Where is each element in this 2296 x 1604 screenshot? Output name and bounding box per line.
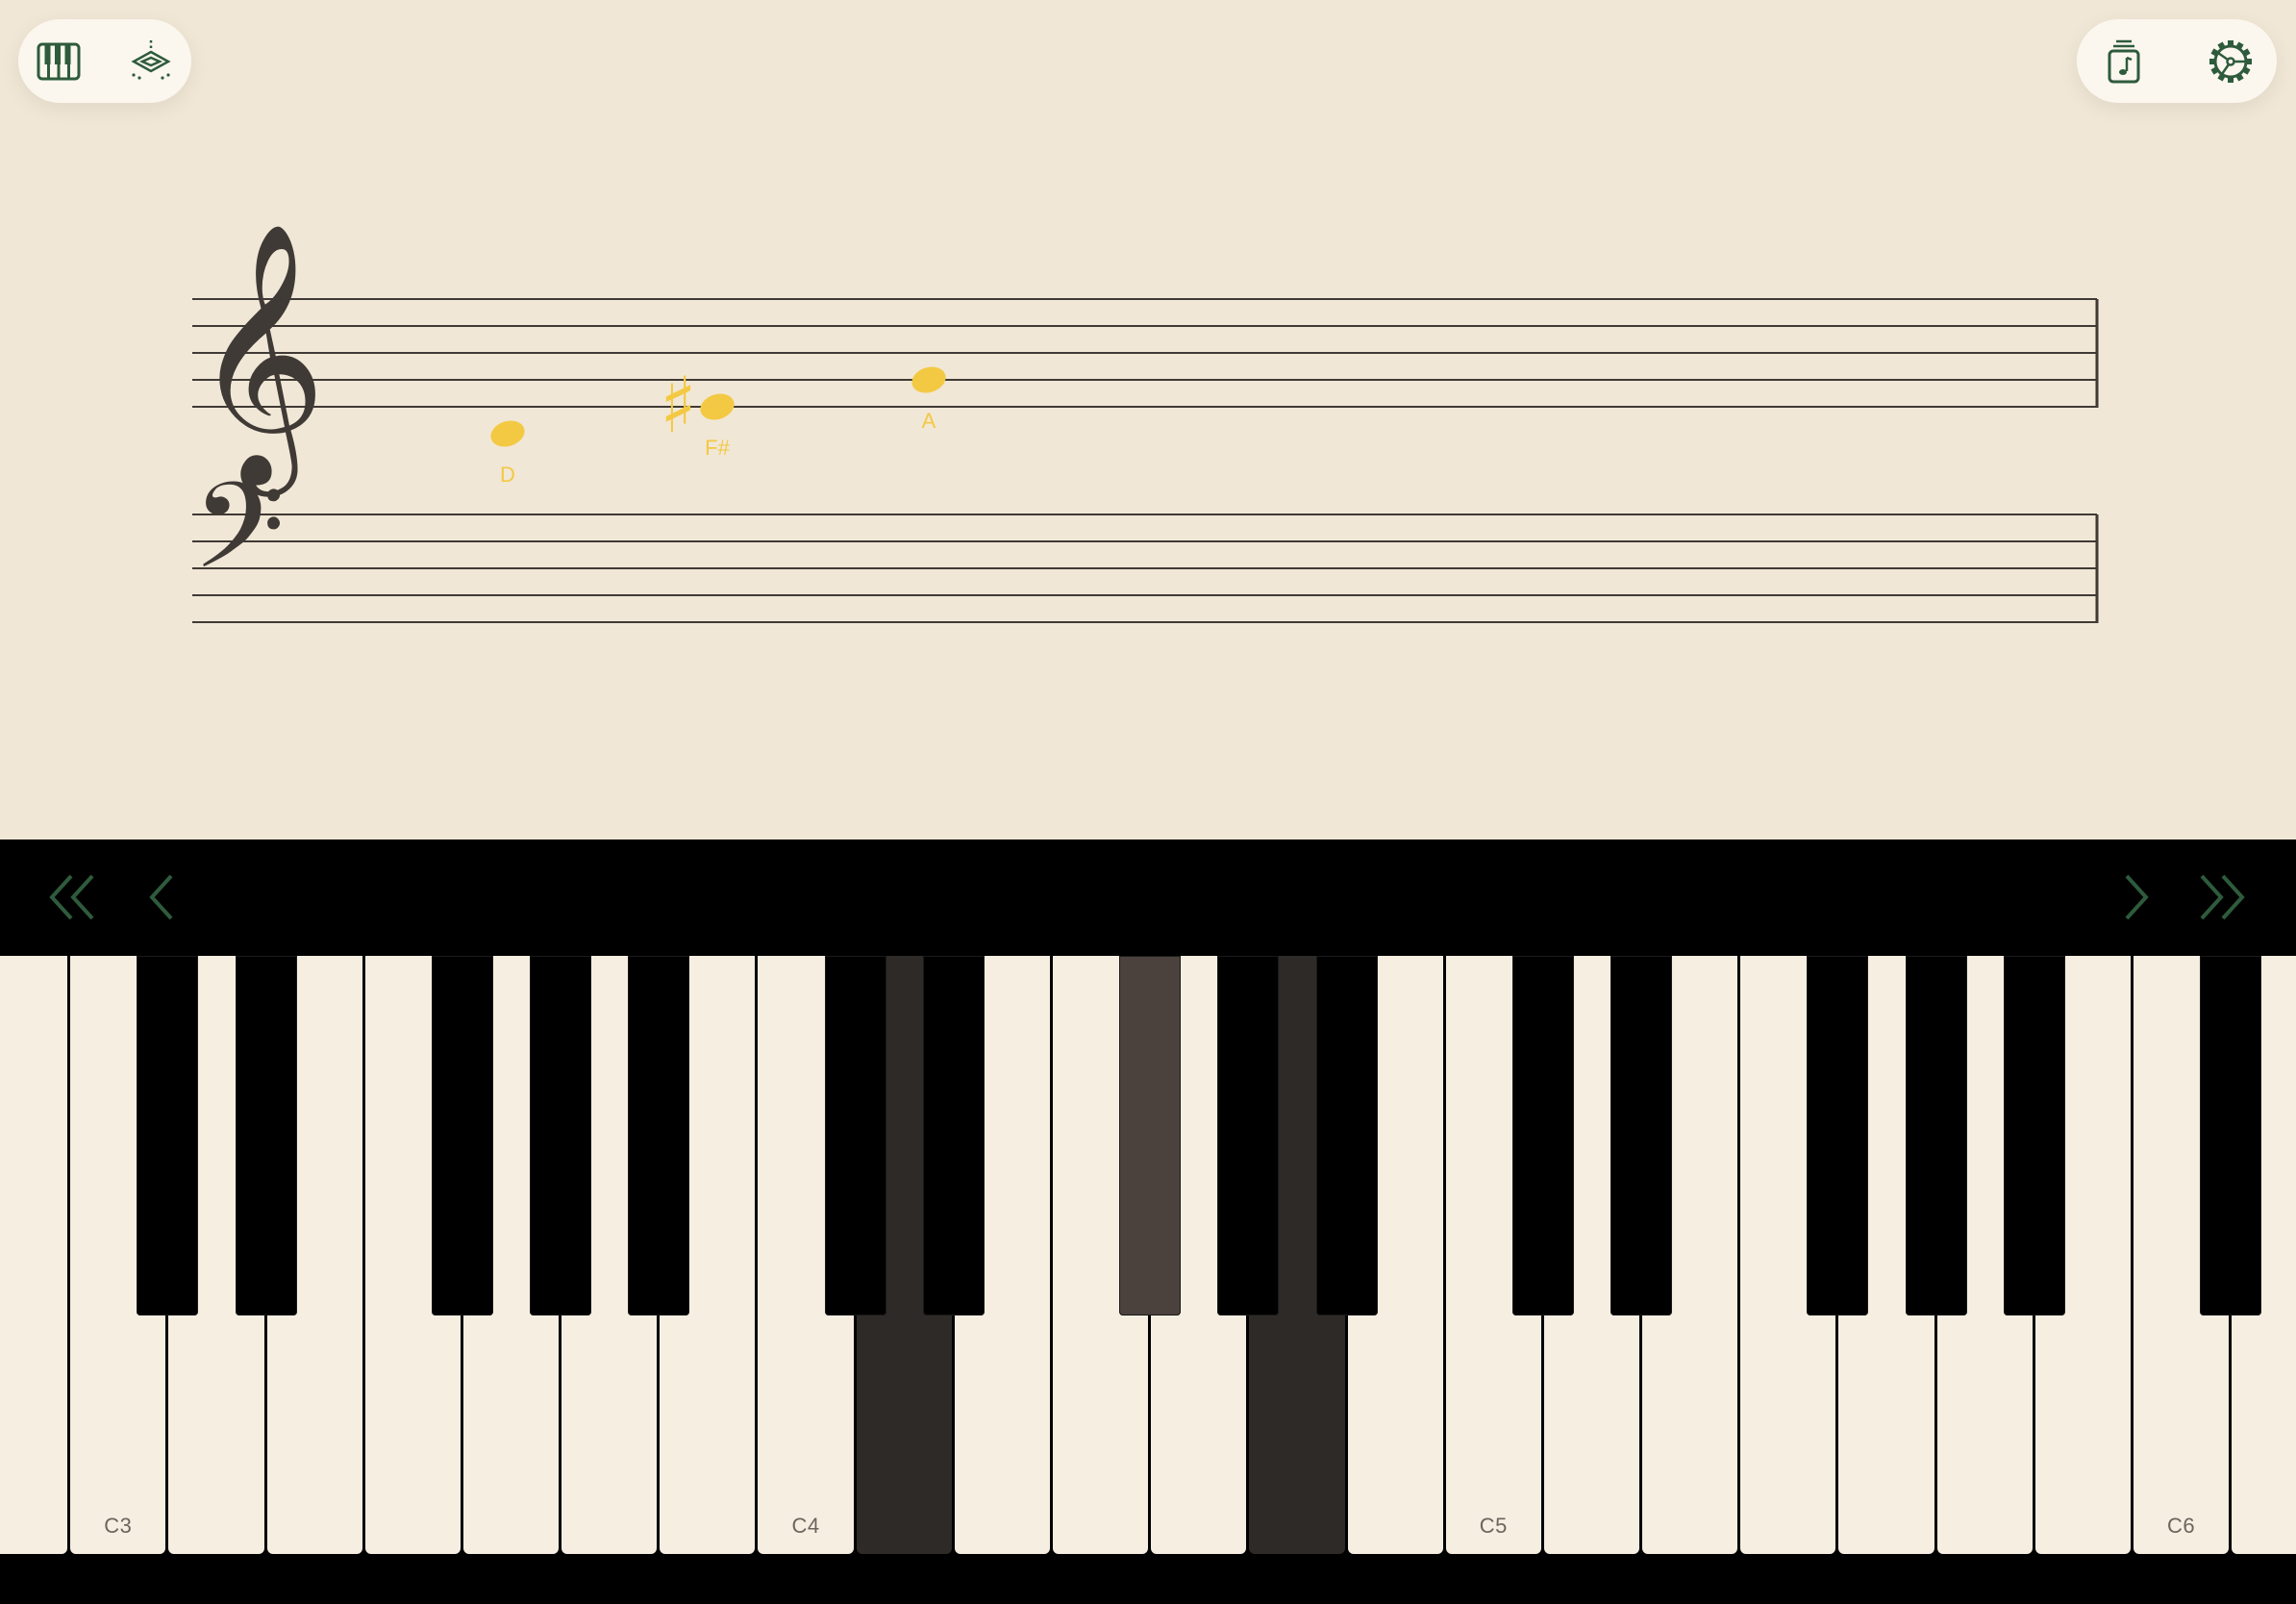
sharp-accidental: ♯ — [660, 361, 697, 450]
black-key-d-sharp-4[interactable] — [922, 956, 985, 1316]
octave-navigation-bar — [0, 840, 2296, 956]
black-key-c-sharp-4[interactable] — [824, 956, 886, 1316]
black-key-g-sharp-3[interactable] — [530, 956, 592, 1316]
black-key-a-sharp-3[interactable] — [628, 956, 690, 1316]
treble-clef: 𝄞 — [192, 220, 326, 497]
note-name-label: A — [922, 409, 936, 433]
note-head — [700, 393, 735, 420]
black-key-d-sharp-3[interactable] — [235, 956, 297, 1316]
black-key-f-sharp-4[interactable] — [1119, 956, 1182, 1316]
octave-label: C4 — [791, 1514, 820, 1538]
octave-label: C3 — [104, 1514, 133, 1538]
double-chevron-left-icon[interactable] — [42, 868, 100, 926]
bass-staff — [192, 514, 2097, 623]
octave-label: C6 — [2167, 1514, 2196, 1538]
black-key-c-sharp-3[interactable] — [137, 956, 199, 1316]
black-key-a-sharp-5[interactable] — [2003, 956, 2065, 1316]
black-key-c-sharp-6[interactable] — [2200, 956, 2262, 1316]
grand-staff: 𝄞 𝄢 D ♯ F# A — [192, 220, 2099, 625]
white-key-b2[interactable] — [0, 956, 68, 1554]
black-key-g-sharp-4[interactable] — [1217, 956, 1280, 1316]
piano-keyboard: C3 C4 C5 C6 — [0, 956, 2296, 1604]
treble-staff — [192, 298, 2097, 408]
bass-clef: 𝄢 — [192, 458, 285, 625]
black-key-c-sharp-5[interactable] — [1511, 956, 1574, 1316]
black-key-d-sharp-5[interactable] — [1610, 956, 1673, 1316]
note-head — [490, 420, 525, 447]
black-key-g-sharp-5[interactable] — [1905, 956, 1967, 1316]
black-key-f-sharp-5[interactable] — [1807, 956, 1869, 1316]
note-name-label: F# — [705, 436, 730, 460]
note-name-label: D — [500, 463, 515, 487]
black-key-f-sharp-3[interactable] — [431, 956, 493, 1316]
octave-label: C5 — [1479, 1514, 1508, 1538]
chevron-right-icon[interactable] — [2104, 868, 2161, 926]
note-head — [911, 366, 946, 393]
black-key-a-sharp-4[interactable] — [1315, 956, 1378, 1316]
chevron-left-icon[interactable] — [137, 868, 194, 926]
double-chevron-right-icon[interactable] — [2194, 868, 2252, 926]
